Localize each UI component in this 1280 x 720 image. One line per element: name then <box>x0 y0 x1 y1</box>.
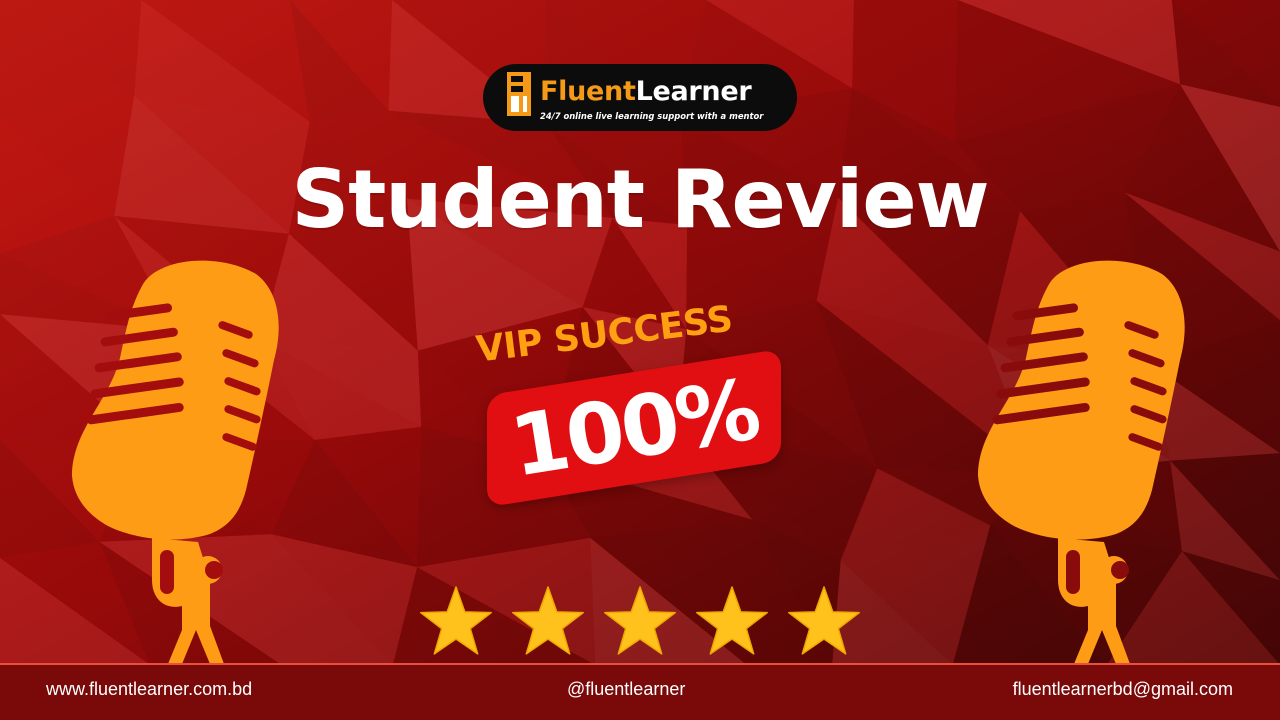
brand-name: FluentLearner <box>540 76 752 108</box>
fluentlearner-logo-icon <box>507 72 531 116</box>
brand-logo: FluentLearner 24/7 online live learning … <box>483 64 797 131</box>
footer-email: fluentlearnerbd@gmail.com <box>1012 679 1233 699</box>
footer-divider <box>0 663 1280 665</box>
star-icon <box>696 586 768 655</box>
star-icon <box>604 586 676 655</box>
microphone-icon <box>978 260 1185 664</box>
star-icon <box>788 586 860 655</box>
star-icon <box>512 586 584 655</box>
page-title: Student Review <box>291 153 990 246</box>
footer-website: www.fluentlearner.com.bd <box>46 679 253 699</box>
star-rating <box>418 584 862 660</box>
footer-social-handle: @fluentlearner <box>567 679 686 699</box>
brand-name-fluent: Fluent <box>540 76 636 107</box>
brand-tagline: 24/7 online live learning support with a… <box>540 111 764 121</box>
microphone-icon <box>72 260 279 664</box>
star-icon <box>420 586 492 655</box>
brand-name-learner: Learner <box>635 76 752 107</box>
